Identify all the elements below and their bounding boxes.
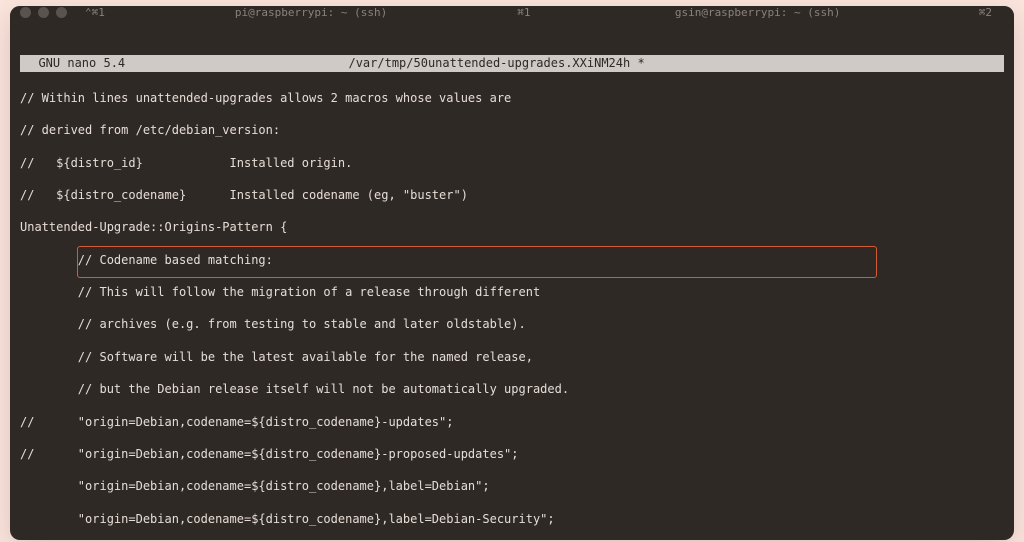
- nano-version: GNU nano 5.4: [24, 55, 133, 71]
- editor-line: // This will follow the migration of a r…: [20, 284, 1004, 300]
- close-icon[interactable]: [20, 7, 31, 18]
- tab-1[interactable]: ⌃⌘1 pi@raspberrypi: ~ (ssh) ⌘1: [81, 6, 543, 19]
- tab-title: gsin@raspberrypi: ~ (ssh): [543, 6, 973, 19]
- terminal-content[interactable]: GNU nano 5.4 /var/tmp/50unattended-upgra…: [10, 19, 1014, 540]
- editor-line: Unattended-Upgrade::Origins-Pattern {: [20, 219, 1004, 235]
- editor-line: // "origin=Debian,codename=${distro_code…: [20, 446, 1004, 462]
- tab-shortcut-left: ⌃⌘1: [81, 6, 105, 19]
- minimize-icon[interactable]: [38, 7, 49, 18]
- tab-title: pi@raspberrypi: ~ (ssh): [111, 6, 511, 19]
- editor-line: // but the Debian release itself will no…: [20, 381, 1004, 397]
- editor-line: "origin=Debian,codename=${distro_codenam…: [20, 478, 1004, 494]
- tab-2[interactable]: gsin@raspberrypi: ~ (ssh) ⌘2: [543, 6, 1005, 19]
- tab-shortcut-right: ⌘2: [979, 6, 1004, 19]
- editor-line: // ${distro_id} Installed origin.: [20, 155, 1004, 171]
- zoom-icon[interactable]: [56, 7, 67, 18]
- window-titlebar: ⌃⌘1 pi@raspberrypi: ~ (ssh) ⌘1 gsin@rasp…: [10, 6, 1014, 19]
- editor-line: // Codename based matching:: [20, 252, 1004, 268]
- tab-bar: ⌃⌘1 pi@raspberrypi: ~ (ssh) ⌘1 gsin@rasp…: [81, 6, 1004, 19]
- terminal-window: ⌃⌘1 pi@raspberrypi: ~ (ssh) ⌘1 gsin@rasp…: [10, 6, 1014, 540]
- editor-line: // derived from /etc/debian_version:: [20, 122, 1004, 138]
- editor-line: // Within lines unattended-upgrades allo…: [20, 90, 1004, 106]
- editor-line: // ${distro_codename} Installed codename…: [20, 187, 1004, 203]
- editor-line: // archives (e.g. from testing to stable…: [20, 316, 1004, 332]
- editor-line: // Software will be the latest available…: [20, 349, 1004, 365]
- nano-filename: /var/tmp/50unattended-upgrades.XXiNM24h …: [133, 55, 860, 71]
- window-controls[interactable]: [20, 7, 67, 18]
- tab-shortcut-right: ⌘1: [517, 6, 542, 19]
- editor-line: "origin=Debian,codename=${distro_codenam…: [20, 511, 1004, 527]
- nano-status-bar: GNU nano 5.4 /var/tmp/50unattended-upgra…: [20, 55, 1004, 71]
- editor-line: // "origin=Debian,codename=${distro_code…: [20, 414, 1004, 430]
